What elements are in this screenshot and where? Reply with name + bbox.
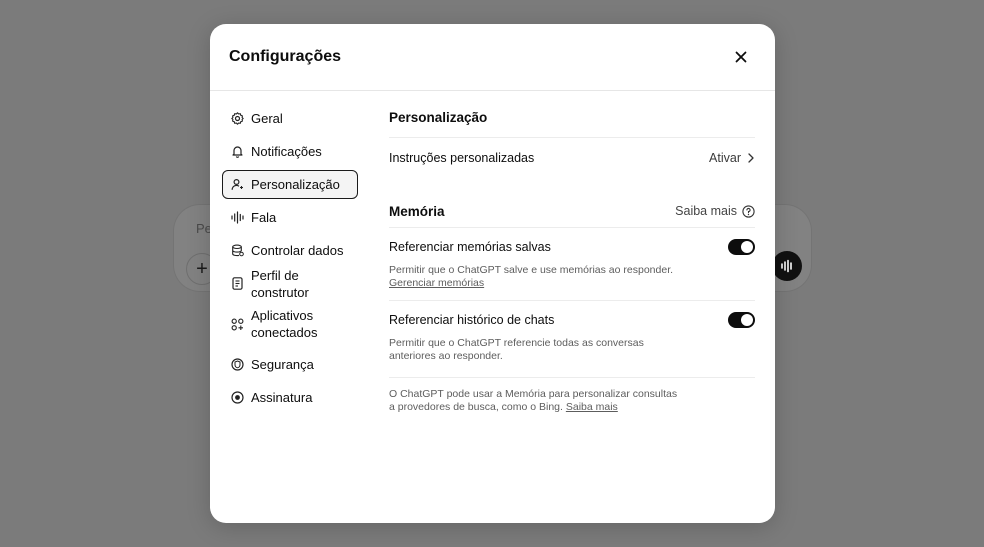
close-button[interactable] — [729, 45, 753, 69]
waveform-icon — [231, 211, 244, 224]
modal-header: Configurações — [210, 24, 775, 91]
sidebar-item-fala[interactable]: Fala — [222, 203, 358, 232]
section-title-memoria: Memória — [389, 203, 445, 219]
memory-learn-more[interactable]: Saiba mais — [675, 204, 755, 218]
gear-icon — [231, 112, 244, 125]
sidebar-item-label: Notificações — [251, 144, 322, 159]
plus-icon: + — [196, 258, 208, 280]
saved-memories-toggle[interactable] — [728, 238, 755, 255]
help-circle-icon — [742, 204, 755, 218]
sidebar-item-aplicativos-conectados[interactable]: Aplicativos conectados — [222, 302, 358, 346]
section-title-personalizacao: Personalização — [389, 110, 488, 125]
sidebar-item-label: Personalização — [251, 177, 340, 192]
close-icon — [735, 51, 747, 63]
chevron-right-icon — [748, 152, 754, 163]
sidebar-item-label: Segurança — [251, 357, 314, 372]
sidebar-item-seguranca[interactable]: Segurança — [222, 350, 358, 379]
person-icon — [231, 178, 244, 191]
custom-instructions-activate[interactable]: Ativar — [709, 151, 755, 165]
sidebar-item-personalizacao[interactable]: Personalização — [222, 170, 358, 199]
settings-modal: Configurações Geral Notificações Persona… — [210, 24, 775, 523]
setting-label: Referenciar memórias salvas — [389, 239, 551, 254]
sidebar-item-label: Perfil de construtor — [251, 267, 309, 300]
apps-icon — [231, 318, 244, 331]
footer-text: O ChatGPT pode usar a Memória para perso… — [389, 388, 678, 413]
memory-setting-history: Referenciar histórico de chats Permitir … — [389, 300, 755, 373]
sidebar-item-label: Aplicativos conectados — [251, 308, 318, 340]
manage-memories-link[interactable]: Gerenciar memórias — [389, 277, 484, 289]
setting-description: Permitir que o ChatGPT salve e use memór… — [389, 264, 689, 290]
shield-icon — [231, 358, 244, 371]
memory-setting-saved: Referenciar memórias salvas Permitir que… — [389, 227, 755, 300]
custom-instructions-label: Instruções personalizadas — [389, 150, 535, 165]
footer-learn-more-link[interactable]: Saiba mais — [566, 401, 618, 413]
bell-icon — [231, 145, 244, 158]
activate-label: Ativar — [709, 150, 741, 165]
chat-history-toggle[interactable] — [728, 311, 755, 328]
memory-header: Memória Saiba mais — [389, 195, 755, 227]
learn-more-label: Saiba mais — [675, 204, 737, 218]
sidebar-item-label: Geral — [251, 111, 283, 126]
custom-instructions-row[interactable]: Instruções personalizadas Ativar — [389, 137, 755, 177]
modal-title: Configurações — [229, 48, 342, 65]
waveform-icon — [781, 259, 792, 273]
sidebar-item-controlar-dados[interactable]: Controlar dados — [222, 236, 358, 265]
sidebar-item-label: Fala — [251, 210, 277, 225]
voice-mode-button[interactable] — [772, 251, 802, 281]
sidebar-item-label: Controlar dados — [251, 243, 344, 258]
id-card-icon — [231, 277, 244, 290]
database-icon — [231, 244, 244, 257]
subscription-icon — [231, 391, 244, 404]
setting-description: Permitir que o ChatGPT referencie todas … — [389, 337, 644, 362]
sidebar-item-perfil-de-construtor[interactable]: Perfil de construtor — [222, 267, 358, 300]
memory-footer-note: O ChatGPT pode usar a Memória para perso… — [389, 377, 755, 414]
sidebar-item-geral[interactable]: Geral — [222, 104, 358, 133]
sidebar-item-label: Assinatura — [251, 390, 313, 405]
setting-description-text: Permitir que o ChatGPT salve e use memór… — [389, 264, 674, 276]
settings-sidebar: Geral Notificações Personalização Fala C… — [222, 104, 358, 416]
settings-content: Personalização Instruções personalizadas… — [389, 104, 755, 414]
sidebar-item-notificacoes[interactable]: Notificações — [222, 137, 358, 166]
setting-label: Referenciar histórico de chats — [389, 312, 555, 327]
sidebar-item-assinatura[interactable]: Assinatura — [222, 383, 358, 412]
